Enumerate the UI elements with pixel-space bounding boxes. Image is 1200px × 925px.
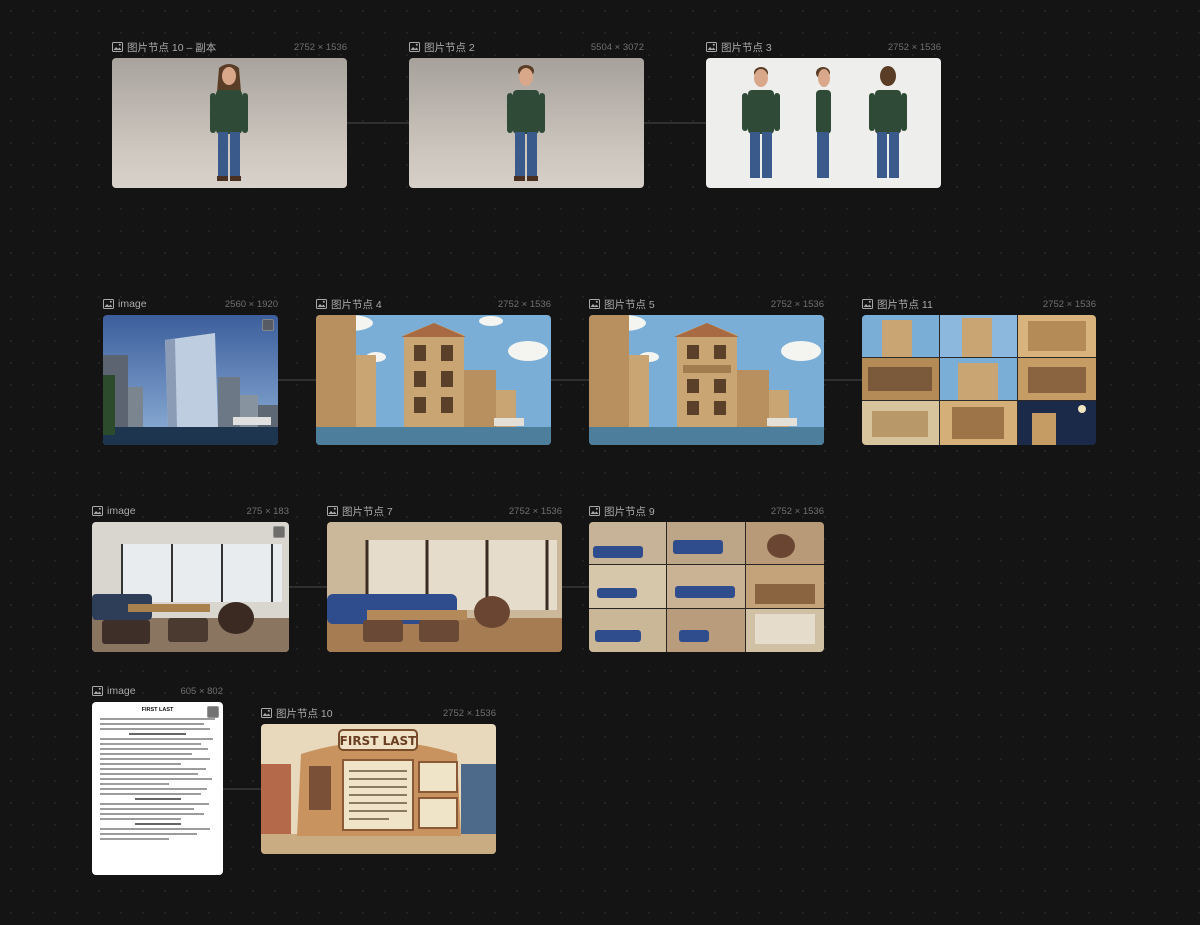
image-node[interactable]: image 605 × 802 FIRST LAST	[92, 685, 223, 875]
node-header: 图片节点 2 5504 × 3072	[409, 39, 644, 55]
node-header: 图片节点 5 2752 × 1536	[589, 296, 824, 312]
node-thumbnail: FIRST LAST	[92, 702, 223, 875]
node-dimensions: 275 × 183	[246, 505, 289, 517]
node-header: 图片节点 10 – 副本 2752 × 1536	[112, 39, 347, 55]
node-thumbnail	[316, 315, 551, 445]
image-node[interactable]: 图片节点 10 – 副本 2752 × 1536	[112, 42, 347, 188]
node-title: 图片节点 10 – 副本	[127, 41, 217, 54]
node-canvas[interactable]: 图片节点 10 – 副本 2752 × 1536 图片节点 2 5504 × 3…	[0, 0, 1200, 925]
node-title: image	[118, 298, 147, 310]
node-header: 图片节点 11 2752 × 1536	[862, 296, 1096, 312]
image-node[interactable]: 图片节点 7 2752 × 1536	[327, 506, 562, 652]
node-title: 图片节点 4	[331, 298, 382, 311]
node-title: 图片节点 9	[604, 505, 655, 518]
node-thumbnail	[589, 315, 824, 445]
node-thumbnail	[92, 522, 289, 652]
image-node[interactable]: 图片节点 10 2752 × 1536 FIRST LAST	[261, 708, 496, 854]
image-node[interactable]: image 275 × 183	[92, 505, 289, 652]
node-dimensions: 2752 × 1536	[1042, 298, 1096, 310]
image-icon	[112, 42, 123, 52]
node-header: 图片节点 9 2752 × 1536	[589, 503, 824, 519]
node-title: 图片节点 7	[342, 505, 393, 518]
node-thumbnail	[862, 315, 1096, 445]
node-title: 图片节点 5	[604, 298, 655, 311]
image-icon	[92, 686, 103, 696]
node-menu-button[interactable]	[273, 526, 285, 538]
image-icon	[92, 506, 103, 516]
image-node[interactable]: image 2560 × 1920	[103, 298, 278, 445]
node-dimensions: 605 × 802	[180, 685, 223, 697]
node-header: image 2560 × 1920	[103, 296, 278, 312]
node-dimensions: 2752 × 1536	[770, 298, 824, 310]
node-dimensions: 2752 × 1536	[887, 41, 941, 53]
node-thumbnail	[589, 522, 824, 652]
node-title: 图片节点 11	[877, 298, 933, 311]
node-thumbnail	[112, 58, 347, 188]
node-dimensions: 5504 × 3072	[590, 41, 644, 53]
node-header: 图片节点 3 2752 × 1536	[706, 39, 941, 55]
node-dimensions: 2752 × 1536	[293, 41, 347, 53]
node-title: 图片节点 3	[721, 41, 772, 54]
node-menu-button[interactable]	[262, 319, 274, 331]
image-node[interactable]: 图片节点 3 2752 × 1536	[706, 42, 941, 188]
node-thumbnail	[103, 315, 278, 445]
node-dimensions: 2752 × 1536	[497, 298, 551, 310]
node-header: image 275 × 183	[92, 503, 289, 519]
sign-text: FIRST LAST	[340, 734, 417, 748]
image-icon	[706, 42, 717, 52]
image-icon	[327, 506, 338, 516]
node-dimensions: 2752 × 1536	[508, 505, 562, 517]
node-thumbnail	[409, 58, 644, 188]
image-node[interactable]: 图片节点 5 2752 × 1536	[589, 299, 824, 445]
image-icon	[589, 299, 600, 309]
storyboard-grid	[589, 522, 824, 652]
image-node[interactable]: 图片节点 4 2752 × 1536	[316, 299, 551, 445]
node-thumbnail: FIRST LAST	[261, 724, 496, 854]
node-dimensions: 2560 × 1920	[224, 298, 278, 310]
node-title: image	[107, 685, 136, 697]
image-icon	[862, 299, 873, 309]
node-thumbnail	[327, 522, 562, 652]
node-dimensions: 2752 × 1536	[770, 505, 824, 517]
image-node[interactable]: 图片节点 2 5504 × 3072	[409, 42, 644, 188]
node-header: 图片节点 4 2752 × 1536	[316, 296, 551, 312]
image-icon	[589, 506, 600, 516]
node-dimensions: 2752 × 1536	[442, 707, 496, 719]
image-icon	[103, 299, 114, 309]
node-header: 图片节点 7 2752 × 1536	[327, 503, 562, 519]
image-icon	[409, 42, 420, 52]
node-header: image 605 × 802	[92, 683, 223, 699]
node-thumbnail	[706, 58, 941, 188]
image-icon	[261, 708, 272, 718]
node-title: image	[107, 505, 136, 517]
node-menu-button[interactable]	[207, 706, 219, 718]
image-icon	[316, 299, 327, 309]
image-node[interactable]: 图片节点 9 2752 × 1536	[589, 506, 824, 652]
image-node[interactable]: 图片节点 11 2752 × 1536	[862, 299, 1096, 445]
node-title: 图片节点 2	[424, 41, 475, 54]
node-title: 图片节点 10	[276, 707, 333, 720]
resume-body	[92, 713, 223, 845]
node-header: 图片节点 10 2752 × 1536	[261, 705, 496, 721]
storyboard-grid	[862, 315, 1096, 445]
